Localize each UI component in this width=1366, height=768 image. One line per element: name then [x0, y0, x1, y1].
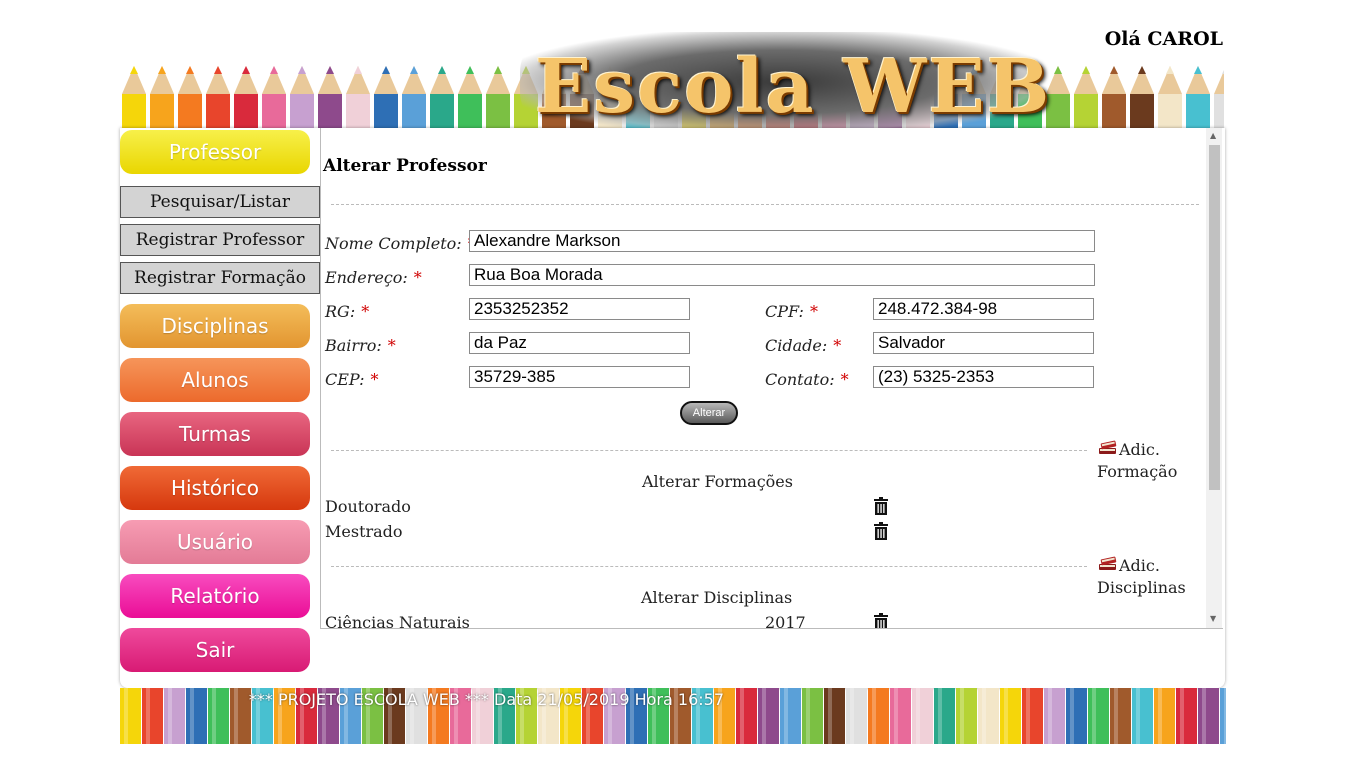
endereco-field[interactable]: Rua Boa Morada — [469, 264, 1095, 286]
rg-label: RG: * — [325, 302, 370, 321]
bairro-field[interactable]: da Paz — [469, 332, 690, 354]
formacao-item: Mestrado — [325, 522, 403, 541]
main-panel: Professor Pesquisar/Listar Registrar Pro… — [120, 128, 1225, 688]
contato-field[interactable]: (23) 5325-2353 — [873, 366, 1094, 388]
cidade-label: Cidade: * — [765, 336, 842, 355]
cep-field[interactable]: 35729-385 — [469, 366, 690, 388]
header-banner: Escola WEB — [120, 20, 1224, 128]
formacoes-title: Alterar Formações — [642, 472, 793, 491]
logo: Escola WEB — [535, 44, 1052, 128]
divider — [331, 566, 1087, 567]
bairro-label: Bairro: * — [325, 336, 396, 355]
trash-icon[interactable] — [873, 497, 889, 515]
books-icon — [1099, 440, 1117, 454]
scroll-up-icon[interactable]: ▲ — [1210, 131, 1216, 140]
trash-icon[interactable] — [873, 522, 889, 540]
disciplina-name: Ciências Naturais — [325, 613, 470, 629]
divider — [331, 450, 1087, 451]
menu-sair-button[interactable]: Sair — [120, 628, 310, 672]
footer-text: *** PROJETO ESCOLA WEB *** Data 21/05/20… — [248, 690, 724, 709]
add-disciplina-link[interactable]: Adic. Disciplinas — [1097, 555, 1186, 599]
books-icon — [1099, 556, 1117, 570]
contato-label: Contato: * — [765, 370, 849, 389]
cep-label: CEP: * — [325, 370, 379, 389]
cidade-field[interactable]: Salvador — [873, 332, 1094, 354]
cpf-label: CPF: * — [765, 302, 818, 321]
footer-banner: *** PROJETO ESCOLA WEB *** Data 21/05/20… — [120, 688, 1226, 744]
menu-alunos-button[interactable]: Alunos — [120, 358, 310, 402]
menu-professor-button[interactable]: Professor — [120, 130, 310, 174]
submenu-registrar-professor[interactable]: Registrar Professor — [120, 224, 320, 256]
user-greeting: Olá CAROL — [1104, 28, 1223, 50]
endereco-label: Endereço: * — [325, 268, 422, 287]
submenu-pesquisar-listar[interactable]: Pesquisar/Listar — [120, 186, 320, 218]
menu-turmas-button[interactable]: Turmas — [120, 412, 310, 456]
divider — [331, 204, 1199, 205]
formacao-item: Doutorado — [325, 497, 411, 516]
menu-usuario-button[interactable]: Usuário — [120, 520, 310, 564]
page-title: Alterar Professor — [323, 156, 487, 176]
scrollbar-thumb[interactable] — [1209, 145, 1220, 490]
nome-label: Nome Completo:* — [325, 234, 476, 253]
nome-field[interactable]: Alexandre Markson — [469, 230, 1095, 252]
scrollbar[interactable]: ▲ ▼ — [1206, 128, 1222, 628]
content-area[interactable]: Alterar Professor Nome Completo:* Alexan… — [320, 128, 1223, 629]
menu-historico-button[interactable]: Histórico — [120, 466, 310, 510]
menu-disciplinas-button[interactable]: Disciplinas — [120, 304, 310, 348]
rg-field[interactable]: 2353252352 — [469, 298, 690, 320]
menu-relatorio-button[interactable]: Relatório — [120, 574, 310, 618]
trash-icon[interactable] — [873, 613, 889, 629]
add-formacao-link[interactable]: Adic. Formação — [1097, 439, 1177, 483]
alterar-button[interactable]: Alterar — [680, 401, 738, 425]
cpf-field[interactable]: 248.472.384-98 — [873, 298, 1094, 320]
disciplina-year: 2017 — [765, 613, 806, 629]
scroll-down-icon[interactable]: ▼ — [1210, 614, 1216, 623]
disciplinas-title: Alterar Disciplinas — [641, 588, 793, 607]
submenu-registrar-formacao[interactable]: Registrar Formação — [120, 262, 320, 294]
